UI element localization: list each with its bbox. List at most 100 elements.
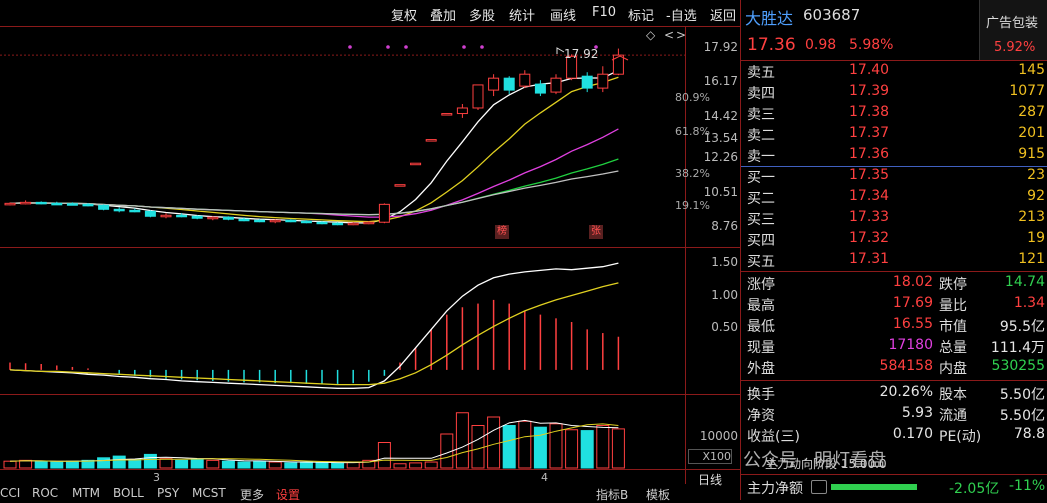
chevron-left-icon[interactable]: < — [664, 28, 674, 42]
date-marker: 4 — [541, 471, 548, 484]
volume-bar — [237, 461, 251, 469]
volume-bar — [533, 426, 547, 469]
level-price: 17.33 — [849, 209, 890, 225]
stat-value: 584158 — [879, 358, 933, 374]
date-marker: 3 — [153, 471, 160, 484]
stats-row: 最低 16.55 市值 95.5亿 — [741, 316, 1047, 337]
bid-row[interactable]: 买一 17.35 23 — [741, 167, 1047, 188]
pane-divider-3 — [0, 469, 740, 470]
candle-body — [488, 77, 500, 91]
level-label: 买一 — [747, 170, 775, 186]
stat-label: 市值 — [939, 319, 967, 335]
leaderboard-badge[interactable]: 榜 — [495, 225, 509, 239]
tab-cci[interactable]: CCI — [0, 486, 20, 500]
ask-row[interactable]: 卖一 17.36 915 — [741, 146, 1047, 167]
main-force-value: -2.05亿 — [949, 481, 1000, 497]
toggle-icon[interactable] — [811, 480, 827, 494]
candle-body — [254, 219, 266, 223]
price-tick: 17.92 — [703, 40, 738, 54]
fund-label: PE(动) — [939, 429, 982, 445]
dif-line — [9, 262, 619, 389]
fund-value: 78.8 — [1013, 426, 1045, 442]
volume-bar — [128, 459, 142, 469]
tab-psy[interactable]: PSY — [157, 486, 179, 500]
candle-body — [347, 222, 359, 226]
ask-row[interactable]: 卖三 17.38 287 — [741, 104, 1047, 125]
candle-body — [222, 216, 234, 220]
level-price: 17.36 — [849, 146, 890, 162]
volume-bar — [97, 457, 111, 469]
stat-label: 最高 — [747, 298, 775, 314]
volume-bar — [409, 462, 423, 469]
tab-roc[interactable]: ROC — [32, 486, 58, 500]
candle-body — [300, 220, 312, 224]
ask-row[interactable]: 卖四 17.39 1077 — [741, 83, 1047, 104]
stat-value: 530255 — [991, 358, 1045, 374]
stock-name[interactable]: 大胜达 — [745, 5, 793, 29]
stock-price: 17.36 — [747, 35, 796, 55]
level-label: 买二 — [747, 191, 775, 207]
bid-row[interactable]: 买三 17.33 213 — [741, 209, 1047, 230]
tab-indicator-b[interactable]: 指标B — [596, 486, 628, 503]
bid-row[interactable]: 买五 17.31 121 — [741, 251, 1047, 272]
stat-value: 111.4万 — [990, 340, 1045, 356]
volume-bar — [611, 428, 625, 469]
fund-value: 5.93 — [901, 405, 933, 421]
level-price: 17.35 — [849, 167, 890, 183]
volume-bar — [487, 416, 501, 469]
tab-mcst[interactable]: MCST — [192, 486, 226, 500]
candle-body — [519, 73, 531, 87]
tab-more[interactable]: 更多 — [240, 486, 264, 503]
macd-tick: 0.50 — [711, 320, 738, 334]
tab-boll[interactable]: BOLL — [113, 486, 144, 500]
volume-bar — [112, 455, 126, 469]
ask-row[interactable]: 卖五 17.40 145 — [741, 62, 1047, 83]
stats-row: 最高 17.69 量比 1.34 — [741, 295, 1047, 316]
stat-label: 外盘 — [747, 361, 775, 377]
level-volume: 92 — [1027, 188, 1045, 204]
bid-row[interactable]: 买四 17.32 19 — [741, 230, 1047, 251]
tab-mtm[interactable]: MTM — [72, 486, 100, 500]
stat-value: 17.69 — [892, 295, 933, 311]
ask-row[interactable]: 卖二 17.37 201 — [741, 125, 1047, 146]
tab-settings[interactable]: 设置 — [276, 486, 300, 503]
level-volume: 915 — [1018, 146, 1045, 162]
candle-body — [4, 202, 16, 206]
volume-bar — [284, 462, 298, 469]
level-volume: 19 — [1027, 230, 1045, 246]
stock-code: 603687 — [803, 6, 861, 24]
stat-label: 最低 — [747, 319, 775, 335]
candle-body — [597, 73, 609, 89]
limit-up-badge[interactable]: 张 — [589, 225, 603, 239]
candle-body — [378, 203, 390, 223]
main-force-pct: -11% — [1009, 478, 1046, 494]
stock-change: 0.98 — [805, 37, 837, 53]
chevron-right-icon[interactable]: > — [676, 28, 686, 42]
level-label: 买三 — [747, 212, 775, 228]
diamond-icon[interactable]: ◇ — [646, 28, 655, 42]
stat-value: 18.02 — [892, 274, 933, 290]
sector-box[interactable]: 广告包装 5.92% — [979, 0, 1047, 60]
volume-bar — [596, 425, 610, 469]
price-tick: 16.17 — [703, 74, 738, 88]
stat-value: 1.34 — [1013, 295, 1045, 311]
bid-row[interactable]: 买二 17.34 92 — [741, 188, 1047, 209]
volume-bar — [424, 461, 438, 469]
stat-label: 涨停 — [747, 277, 775, 293]
sector-name: 广告包装 — [986, 16, 1039, 31]
volume-bar — [299, 461, 313, 469]
macd-tick: 1.50 — [711, 255, 738, 269]
candle-body — [98, 204, 110, 210]
level-label: 卖五 — [747, 65, 775, 81]
fundamentals-row: 净资 5.93 流通 5.50亿 — [741, 405, 1047, 426]
volume-bar — [518, 420, 532, 469]
kline-chart[interactable] — [0, 0, 740, 500]
fund-label: 股本 — [939, 387, 967, 403]
level-label: 卖二 — [747, 128, 775, 144]
candle-body — [550, 77, 562, 93]
tab-template[interactable]: 模板 — [646, 486, 670, 503]
candle-body — [129, 209, 141, 213]
fund-label: 净资 — [747, 408, 775, 424]
stat-value: 14.74 — [1004, 274, 1045, 290]
volume-tick: 10000 — [699, 429, 738, 443]
